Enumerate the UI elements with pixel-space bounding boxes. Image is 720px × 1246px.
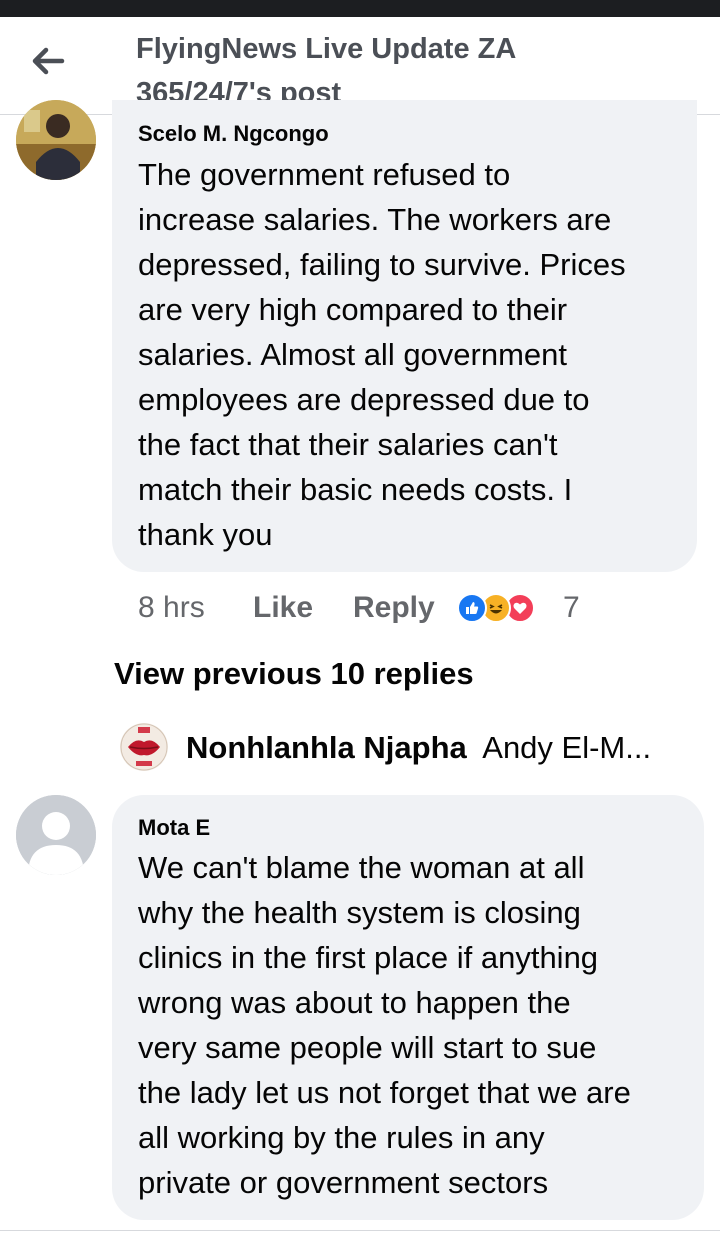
- comment-author[interactable]: Mota E: [138, 815, 210, 841]
- page-title-line-1: FlyingNews Live Update ZA: [136, 33, 517, 65]
- comment-text-line: depressed, failing to survive. Prices: [138, 247, 626, 282]
- default-profile-icon: [16, 795, 96, 875]
- avatar[interactable]: [16, 795, 96, 875]
- comment-text-line: employees are depressed due to: [138, 382, 590, 417]
- profile-photo-icon: [16, 100, 96, 180]
- comment-text-line: all working by the rules in any: [138, 1120, 545, 1155]
- comment-text-line: clinics in the first place if anything: [138, 940, 599, 975]
- reactions-summary[interactable]: 7: [457, 590, 580, 626]
- reaction-count: 7: [563, 591, 580, 624]
- divider: [0, 1230, 720, 1231]
- avatar[interactable]: [120, 723, 168, 771]
- comment-bubble: Scelo M. Ngcongo The government refused …: [112, 100, 697, 572]
- reply-button[interactable]: Reply: [353, 591, 457, 625]
- comment-bubble: Mota E We can't blame the woman at all w…: [112, 795, 704, 1220]
- comment-text-line: salaries. Almost all government: [138, 337, 568, 372]
- like-button[interactable]: Like: [253, 591, 353, 625]
- comment-text-line: private or government sectors: [138, 1165, 549, 1200]
- comment-author[interactable]: Scelo M. Ngcongo: [138, 121, 329, 147]
- comment-text-line: thank you: [138, 517, 273, 552]
- comment-actions: 8 hrs Like Reply 7: [138, 588, 580, 628]
- comment-text-line: wrong was about to happen the: [138, 985, 571, 1020]
- arrow-left-icon: [32, 47, 65, 75]
- comment-text-line: are very high compared to their: [138, 292, 568, 327]
- like-icon: [457, 593, 487, 623]
- comment-text-line: increase salaries. The workers are: [138, 202, 612, 237]
- reply-preview[interactable]: Nonhlanhla Njapha Andy El-M...: [186, 727, 651, 769]
- lips-sticker-icon: [120, 723, 168, 771]
- comment-text-line: the fact that their salaries can't: [138, 427, 558, 462]
- comment-text-line: very same people will start to sue: [138, 1030, 597, 1065]
- comment-text-line: The government refused to: [138, 157, 511, 192]
- comment-text-line: the lady let us not forget that we are: [138, 1075, 631, 1110]
- view-previous-replies-link[interactable]: View previous 10 replies: [114, 656, 474, 692]
- back-button[interactable]: [26, 43, 70, 79]
- reply-snippet: Andy El-M...: [482, 730, 652, 765]
- reply-author[interactable]: Nonhlanhla Njapha: [186, 730, 467, 765]
- comment-text-line: why the health system is closing: [138, 895, 581, 930]
- status-bar: [0, 0, 720, 17]
- comment-text-line: match their basic needs costs. I: [138, 472, 573, 507]
- comment-text-line: We can't blame the woman at all: [138, 850, 585, 885]
- avatar[interactable]: [16, 100, 96, 180]
- comment-timestamp[interactable]: 8 hrs: [138, 591, 253, 625]
